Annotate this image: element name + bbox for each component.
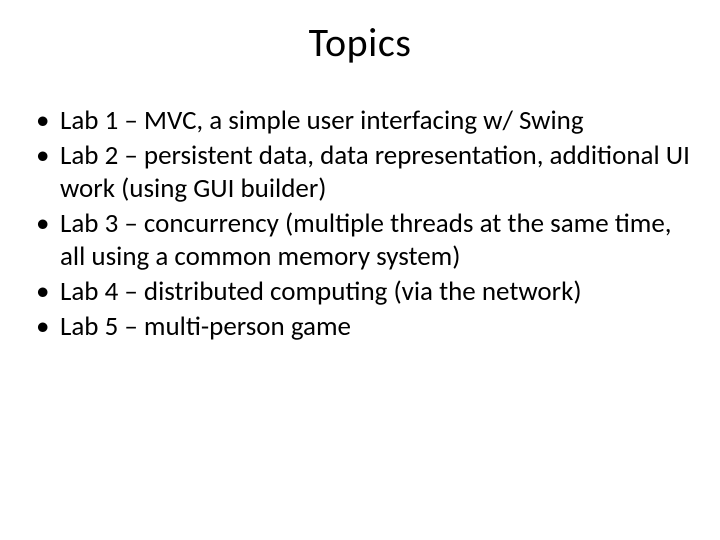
slide-title: Topics — [30, 18, 690, 67]
list-item: Lab 4 – distributed computing (via the n… — [32, 276, 690, 309]
list-item: Lab 3 – concurrency (multiple threads at… — [32, 208, 690, 274]
list-item: Lab 5 – multi-person game — [32, 311, 690, 344]
slide: Topics Lab 1 – MVC, a simple user interf… — [0, 0, 720, 540]
list-item: Lab 1 – MVC, a simple user interfacing w… — [32, 105, 690, 138]
list-item: Lab 2 – persistent data, data representa… — [32, 140, 690, 206]
bullet-list: Lab 1 – MVC, a simple user interfacing w… — [30, 105, 690, 344]
